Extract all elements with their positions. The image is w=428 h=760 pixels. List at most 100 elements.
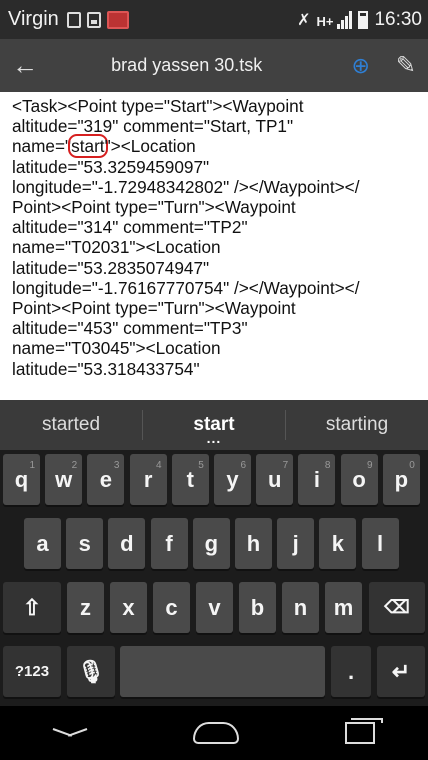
sim-icon bbox=[66, 11, 81, 28]
key-r[interactable]: r4 bbox=[129, 454, 167, 505]
network-type: H+ bbox=[316, 13, 334, 29]
editor-line: latitude="53.318433754" bbox=[12, 358, 200, 379]
key-hint: 4 bbox=[156, 460, 162, 471]
key-q[interactable]: q1 bbox=[3, 454, 40, 505]
editor-line: Point><Point type="Turn"><Waypoint bbox=[12, 298, 296, 319]
key-row-4: ?123 🎙 . ↵ bbox=[0, 642, 428, 706]
back-arrow-icon[interactable]: ← bbox=[12, 50, 52, 81]
key-label: v bbox=[208, 595, 221, 620]
key-hint: 3 bbox=[113, 460, 120, 471]
key-label: q bbox=[14, 467, 29, 492]
editor-line: Point><Point type="Turn"><Waypoint bbox=[12, 197, 296, 218]
key-row-2: a sdfg hjkl bbox=[0, 514, 428, 578]
backspace-key[interactable]: ⌫ bbox=[369, 582, 425, 633]
editor-line: altitude="314" comment="TP2" bbox=[12, 217, 248, 238]
highlight-suffix: "><Location bbox=[104, 136, 196, 157]
editor-line: longitude="-1.72948342802" /></Waypoint>… bbox=[12, 176, 360, 197]
key-f[interactable]: f bbox=[150, 518, 188, 569]
image-notification-icon bbox=[86, 11, 101, 28]
key-z[interactable]: z bbox=[67, 582, 104, 633]
suggestion-right[interactable]: starting bbox=[286, 414, 428, 436]
microphone-icon[interactable]: 🎙 bbox=[67, 646, 115, 697]
nav-back-icon[interactable] bbox=[53, 725, 87, 741]
key-p[interactable]: p0 bbox=[382, 454, 420, 505]
suggestion-center[interactable]: start bbox=[143, 414, 285, 446]
key-label: w bbox=[55, 467, 73, 492]
key-j[interactable]: j bbox=[277, 518, 315, 569]
globe-icon[interactable]: ⊕ bbox=[351, 53, 369, 79]
editor-line: longitude="-1.76167770754" /></Waypoint>… bbox=[12, 277, 360, 298]
carrier-name: Virgin bbox=[8, 8, 59, 30]
highlight-prefix: name=" bbox=[12, 136, 72, 157]
space-bar[interactable] bbox=[120, 646, 325, 697]
enter-key[interactable]: ↵ bbox=[377, 646, 425, 697]
text-editor[interactable]: <Task><Point type="Start"><Waypoint alti… bbox=[0, 92, 428, 400]
key-b[interactable]: b bbox=[239, 582, 276, 633]
key-label: k bbox=[331, 531, 345, 556]
key-s[interactable]: s bbox=[66, 518, 104, 569]
key-t[interactable]: t5 bbox=[171, 454, 209, 505]
status-bar: Virgin ✗ H+ 16:30 bbox=[0, 0, 428, 39]
period-key[interactable]: . bbox=[331, 646, 371, 697]
editor-line: latitude="53.3259459097" bbox=[12, 156, 210, 177]
nav-home-icon[interactable] bbox=[193, 722, 239, 744]
key-hint: 1 bbox=[29, 460, 35, 471]
key-label: t bbox=[186, 467, 194, 492]
notification-icons bbox=[66, 10, 129, 29]
editor-line: name="T03045"><Location bbox=[12, 338, 221, 359]
key-v[interactable]: v bbox=[196, 582, 233, 633]
key-row-1: q1w2e3r4t5y6u7i8o9p0 bbox=[0, 450, 428, 514]
key-label: s bbox=[78, 531, 91, 556]
key-label: n bbox=[293, 595, 308, 620]
editor-line: altitude="453" comment="TP3" bbox=[12, 318, 248, 339]
editor-line: latitude="53.2835074947" bbox=[12, 257, 210, 278]
key-e[interactable]: e3 bbox=[87, 454, 125, 505]
key-row-3: ⇧ ⌫ z x c v b nm bbox=[0, 578, 428, 642]
key-i[interactable]: i8 bbox=[298, 454, 336, 505]
key-y[interactable]: y6 bbox=[214, 454, 251, 505]
mute-icon: ✗ bbox=[297, 11, 311, 29]
navigation-bar bbox=[0, 706, 428, 760]
key-g[interactable]: g bbox=[192, 518, 230, 569]
clock: 16:30 bbox=[374, 8, 422, 30]
edit-pencil-icon[interactable]: ✎ bbox=[396, 51, 416, 80]
selected-word[interactable]: start bbox=[68, 134, 108, 159]
nav-recents-icon[interactable] bbox=[345, 718, 383, 744]
key-o[interactable]: o9 bbox=[340, 454, 378, 505]
key-label: o bbox=[352, 467, 366, 492]
key-l[interactable]: l bbox=[361, 518, 399, 569]
key-label: c bbox=[165, 595, 178, 620]
key-a[interactable]: a bbox=[24, 518, 61, 569]
key-hint: 8 bbox=[324, 460, 331, 471]
key-hint: 7 bbox=[282, 460, 289, 471]
key-label: b bbox=[250, 595, 265, 620]
key-label: a bbox=[36, 531, 49, 556]
suggestion-strip: started start starting bbox=[0, 400, 428, 450]
shift-key[interactable]: ⇧ bbox=[3, 582, 61, 633]
key-h[interactable]: h bbox=[235, 518, 272, 569]
key-label: u bbox=[267, 467, 282, 492]
key-label: h bbox=[246, 531, 261, 556]
key-c[interactable]: c bbox=[153, 582, 190, 633]
editor-line: name="T02031"><Location bbox=[12, 237, 221, 258]
battery-icon bbox=[358, 10, 369, 29]
key-k[interactable]: k bbox=[319, 518, 357, 569]
app-notification-icon bbox=[106, 10, 129, 29]
key-label: g bbox=[204, 531, 219, 556]
key-m[interactable]: m bbox=[325, 582, 362, 633]
key-x[interactable]: x bbox=[110, 582, 147, 633]
key-label: r bbox=[143, 467, 153, 492]
key-hint: 9 bbox=[367, 460, 373, 471]
suggestion-left[interactable]: started bbox=[0, 414, 142, 436]
editor-line-highlighted: name="start"><Location bbox=[12, 134, 418, 159]
key-label: e bbox=[99, 467, 113, 492]
key-hint: 2 bbox=[71, 460, 78, 471]
key-label: p bbox=[394, 467, 409, 492]
key-n[interactable]: n bbox=[282, 582, 319, 633]
key-hint: 5 bbox=[198, 460, 204, 471]
symbols-key[interactable]: ?123 bbox=[3, 646, 61, 697]
key-u[interactable]: u7 bbox=[256, 454, 294, 505]
key-d[interactable]: d bbox=[108, 518, 146, 569]
signal-icon bbox=[337, 10, 353, 29]
key-w[interactable]: w2 bbox=[45, 454, 83, 505]
